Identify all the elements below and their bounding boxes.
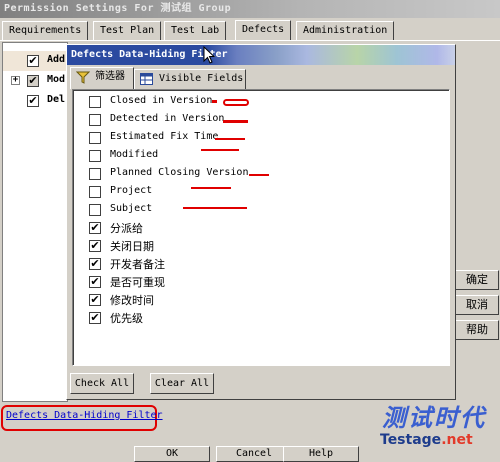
cancel-button[interactable]: Cancel [216,446,292,462]
tree-label-modify: Mod [47,74,66,85]
list-item[interactable]: Modified [89,147,419,165]
list-item[interactable]: Project [89,183,419,201]
watermark-cn: 测试时代 [382,404,486,432]
field-label: 开发者备注 [110,258,165,271]
field-checkbox[interactable] [89,204,101,216]
tab-filter[interactable]: 筛选器 [70,67,134,89]
field-checkbox[interactable] [89,132,101,144]
tree-checkbox-add[interactable]: ✔ [27,55,39,67]
list-item[interactable]: ✔ 分派给 [89,219,419,237]
field-checkbox[interactable]: ✔ [89,312,101,324]
field-checkbox[interactable] [89,186,101,198]
tab-test-lab[interactable]: Test Lab [164,21,227,40]
tab-defects[interactable]: Defects [235,20,292,41]
tab-visible-fields[interactable]: Visible Fields [134,69,246,89]
field-label: Planned Closing Version [110,167,249,178]
annotation-mark [223,120,248,123]
watermark-en-main: Testage [380,432,442,448]
data-hiding-filter-link[interactable]: Defects Data-Hiding Filter [6,410,163,421]
field-label: 修改时间 [110,294,154,307]
list-item[interactable]: Estimated Fix Time [89,129,419,147]
watermark-en: Testage.net [380,432,473,448]
tree-checkbox-modify[interactable]: ✔ [27,75,39,87]
tree-row-delete[interactable]: ✔ Del [3,91,69,111]
main-tab-strip: Requirements Test Plan Test Lab Defects … [0,20,500,41]
tab-requirements[interactable]: Requirements [2,21,89,40]
field-checkbox[interactable] [89,168,101,180]
annotation-mark [191,187,231,189]
tree-label-add: Add [47,54,66,65]
tree-row-modify[interactable]: + ✔ Mod [3,71,69,91]
tab-administration[interactable]: Administration [296,21,395,40]
annotation-mark [212,100,217,103]
window-title: Permission Settings For 测试组 Group [0,0,500,18]
field-checkbox[interactable] [89,150,101,162]
field-checkbox[interactable]: ✔ [89,222,101,234]
field-checkbox[interactable]: ✔ [89,240,101,252]
annotation-mark [183,207,247,209]
tree-label-delete: Del [47,94,66,105]
tree-row-add[interactable]: ✔ Add [3,51,69,71]
confirm-button[interactable]: 确定 [455,270,499,290]
tab-test-plan[interactable]: Test Plan [93,21,162,40]
field-label: Modified [110,149,159,160]
dialog-title: Defects Data-Hiding Filter [67,45,455,65]
help-button[interactable]: Help [283,446,359,462]
field-label: 优先级 [110,312,143,325]
permission-tree: ✔ Add + ✔ Mod ✔ Del [2,42,69,402]
list-item[interactable]: Planned Closing Version [89,165,419,183]
field-label: Detected in Version [110,113,225,124]
ok-button[interactable]: OK [134,446,210,462]
cancel-side-button[interactable]: 取消 [455,295,499,315]
field-label: 分派给 [110,222,143,235]
list-item[interactable]: Closed in Version [89,93,419,111]
help-side-button[interactable]: 帮助 [455,320,499,340]
mouse-cursor-icon [203,46,215,64]
field-checkbox[interactable]: ✔ [89,294,101,306]
field-checkbox[interactable]: ✔ [89,258,101,270]
field-label: 是否可重现 [110,276,165,289]
list-item[interactable]: ✔ 优先级 [89,309,419,327]
watermark-en-suffix: .net [441,432,473,448]
field-checkbox[interactable]: ✔ [89,276,101,288]
list-item[interactable]: Subject [89,201,419,219]
list-item[interactable]: ✔ 开发者备注 [89,255,419,273]
field-checkbox[interactable] [89,96,101,108]
field-checkbox[interactable] [89,114,101,126]
list-item[interactable]: Detected in Version [89,111,419,129]
annotation-mark [215,138,245,140]
field-label: 关闭日期 [110,240,154,253]
list-item[interactable]: ✔ 关闭日期 [89,237,419,255]
field-label: Project [110,185,153,196]
check-all-button[interactable]: Check All [70,373,134,394]
tree-checkbox-delete[interactable]: ✔ [27,95,39,107]
watermark-logo: 测试时代 Testage.net [378,398,498,456]
clear-all-button[interactable]: Clear All [150,373,214,394]
field-label: Subject [110,203,153,214]
annotation-mark [249,174,269,176]
tab-visible-fields-label: Visible Fields [159,73,244,84]
table-icon [140,73,153,85]
expand-icon[interactable]: + [11,76,20,85]
tab-filter-label: 筛选器 [95,71,125,82]
field-label: Closed in Version [110,95,213,106]
list-item[interactable]: ✔ 修改时间 [89,291,419,309]
field-list: Closed in Version Detected in Version Es… [72,89,450,366]
dialog-tab-strip: 筛选器 Visible Fields [68,67,454,89]
annotation-mark [223,99,249,106]
annotation-mark [201,149,239,151]
field-label: Estimated Fix Time [110,131,219,142]
list-item[interactable]: ✔ 是否可重现 [89,273,419,291]
funnel-icon [76,71,90,84]
